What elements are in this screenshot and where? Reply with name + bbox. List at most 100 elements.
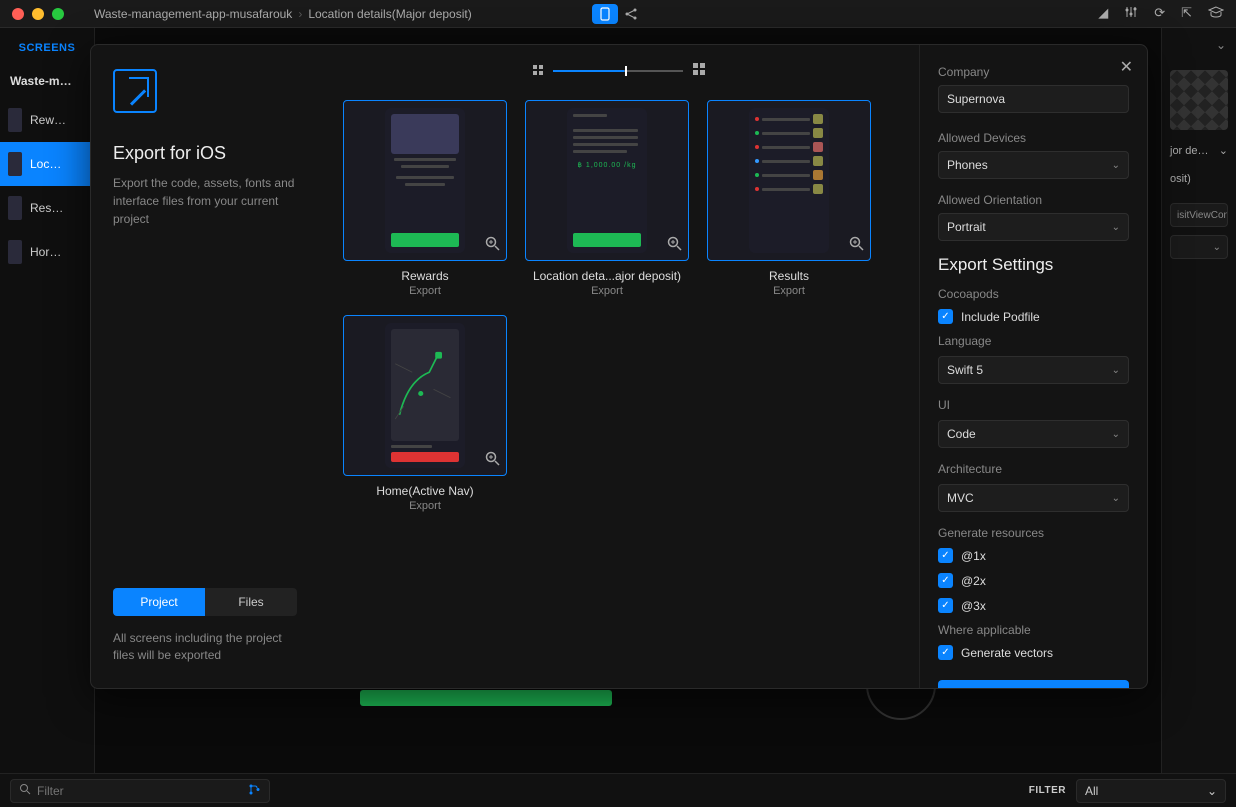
window-minimize[interactable] xyxy=(32,8,44,20)
settings-sliders-icon[interactable] xyxy=(1124,5,1138,22)
res2x-checkbox[interactable]: ✓ xyxy=(938,573,953,588)
screen-card-label: Rewards xyxy=(343,269,507,283)
export-button[interactable]: Export xyxy=(938,680,1129,688)
devices-select[interactable]: Phones⌄ xyxy=(938,151,1129,179)
res2x-label: @2x xyxy=(961,574,986,588)
inspector-dropdown[interactable]: ⌄ xyxy=(1170,235,1228,259)
res3x-label: @3x xyxy=(961,599,986,613)
chevron-down-icon[interactable]: ⌄ xyxy=(1219,144,1228,157)
sidebar-thumb xyxy=(8,196,22,220)
sidebar-project-title[interactable]: Waste-m… xyxy=(0,64,94,98)
titlebar: Waste-management-app-musafarouk › Locati… xyxy=(0,0,1236,28)
zoom-large-icon[interactable] xyxy=(693,63,705,78)
modal-screen-grid-area: Rewards Export ฿ 1,000.00 /kg xyxy=(319,45,919,688)
orientation-select[interactable]: Portrait⌄ xyxy=(938,213,1129,241)
zoom-slider-thumb[interactable] xyxy=(625,66,627,76)
sidebar-item-home[interactable]: Hor… xyxy=(0,230,94,274)
refresh-icon[interactable]: ⟳ xyxy=(1154,5,1165,22)
filter-input[interactable] xyxy=(37,784,242,798)
zoom-small-icon[interactable] xyxy=(533,64,543,78)
chevron-down-icon: ⌄ xyxy=(1112,160,1120,171)
orientation-label: Allowed Orientation xyxy=(938,193,1129,207)
where-applicable-label: Where applicable xyxy=(938,623,1129,637)
export-settings-panel: ✕ Company Allowed Devices Phones⌄ Allowe… xyxy=(919,45,1147,688)
chevron-down-icon: ⌄ xyxy=(1112,493,1120,504)
graduation-icon[interactable] xyxy=(1208,5,1224,22)
magnify-icon[interactable] xyxy=(667,236,682,254)
sidebar-item-location[interactable]: Loc… xyxy=(0,142,94,186)
modal-title: Export for iOS xyxy=(113,143,297,164)
filter-select[interactable]: All ⌄ xyxy=(1076,779,1226,803)
screen-card-label: Results xyxy=(707,269,871,283)
search-icon xyxy=(19,783,31,798)
architecture-label: Architecture xyxy=(938,462,1129,476)
bg-canvas-element xyxy=(360,690,612,706)
res3x-checkbox[interactable]: ✓ xyxy=(938,598,953,613)
company-label: Company xyxy=(938,65,1129,79)
export-settings-title: Export Settings xyxy=(938,255,1129,275)
chevron-down-icon: ⌄ xyxy=(1112,429,1120,440)
breadcrumb-separator: › xyxy=(298,7,302,21)
export-icon xyxy=(113,69,157,113)
close-icon[interactable]: ✕ xyxy=(1120,57,1133,77)
screen-card-location[interactable]: ฿ 1,000.00 /kg Location deta...ajor depo… xyxy=(525,100,689,297)
branch-icon[interactable] xyxy=(248,783,261,799)
magnify-icon[interactable] xyxy=(849,236,864,254)
screen-card-sublabel: Export xyxy=(343,500,507,512)
filter-input-wrap[interactable] xyxy=(10,779,270,803)
sidebar-item-results[interactable]: Res… xyxy=(0,186,94,230)
device-phone-button[interactable] xyxy=(592,4,618,24)
export-scope-tabs: Project Files xyxy=(113,588,297,616)
include-podfile-label: Include Podfile xyxy=(961,310,1040,324)
filter-label: FILTER xyxy=(1029,785,1066,796)
screen-card-home[interactable]: Home(Active Nav) Export xyxy=(343,315,507,512)
inspector-text: osit) xyxy=(1162,163,1236,195)
magnify-icon[interactable] xyxy=(485,236,500,254)
inspector-panel: ⌄ jor de… ⌄ osit) isitViewContro ⌄ xyxy=(1161,28,1236,773)
screen-card-label: Home(Active Nav) xyxy=(343,484,507,498)
screen-card-sublabel: Export xyxy=(343,285,507,297)
fill-icon[interactable]: ◢ xyxy=(1098,5,1108,22)
chevron-down-icon: ⌄ xyxy=(1207,784,1217,798)
res1x-checkbox[interactable]: ✓ xyxy=(938,548,953,563)
include-podfile-checkbox[interactable]: ✓ xyxy=(938,309,953,324)
chevron-down-icon[interactable]: ⌄ xyxy=(1216,38,1226,52)
modal-bottom-desc: All screens including the project files … xyxy=(113,630,297,664)
sidebar-thumb xyxy=(8,108,22,132)
zoom-bar xyxy=(343,63,895,78)
tab-project[interactable]: Project xyxy=(113,588,205,616)
bottombar: FILTER All ⌄ xyxy=(0,773,1236,807)
window-close[interactable] xyxy=(12,8,24,20)
window-zoom[interactable] xyxy=(52,8,64,20)
ui-label: UI xyxy=(938,398,1129,412)
devices-label: Allowed Devices xyxy=(938,131,1129,145)
res1x-label: @1x xyxy=(961,549,986,563)
vectors-label: Generate vectors xyxy=(961,646,1053,660)
breadcrumb-screen[interactable]: Location details(Major deposit) xyxy=(308,7,471,21)
ui-select[interactable]: Code⌄ xyxy=(938,420,1129,448)
screen-card-sublabel: Export xyxy=(525,285,689,297)
sidebar-item-label: Loc… xyxy=(30,157,61,171)
inspector-field[interactable]: isitViewContro xyxy=(1170,203,1228,227)
sidebar-item-rewards[interactable]: Rew… xyxy=(0,98,94,142)
export-modal: Export for iOS Export the code, assets, … xyxy=(90,44,1148,689)
modal-subtitle: Export the code, assets, fonts and inter… xyxy=(113,174,297,228)
sidebar-header: SCREENS xyxy=(0,28,94,64)
inspector-text: jor de… xyxy=(1170,145,1209,157)
architecture-select[interactable]: MVC⌄ xyxy=(938,484,1129,512)
vectors-checkbox[interactable]: ✓ xyxy=(938,645,953,660)
screen-card-rewards[interactable]: Rewards Export xyxy=(343,100,507,297)
screen-card-results[interactable]: Results Export xyxy=(707,100,871,297)
tab-files[interactable]: Files xyxy=(205,588,297,616)
magnify-icon[interactable] xyxy=(485,451,500,469)
breadcrumb-project[interactable]: Waste-management-app-musafarouk xyxy=(94,7,292,21)
device-share-button[interactable] xyxy=(618,4,644,24)
chevron-down-icon: ⌄ xyxy=(1112,222,1120,233)
company-input[interactable] xyxy=(938,85,1129,113)
chevron-down-icon: ⌄ xyxy=(1112,365,1120,376)
zoom-slider[interactable] xyxy=(553,70,683,72)
open-external-icon[interactable]: ⇱ xyxy=(1181,5,1192,22)
language-label: Language xyxy=(938,334,1129,348)
language-select[interactable]: Swift 5⌄ xyxy=(938,356,1129,384)
sidebar: SCREENS Waste-m… Rew… Loc… Res… Hor… xyxy=(0,28,95,773)
